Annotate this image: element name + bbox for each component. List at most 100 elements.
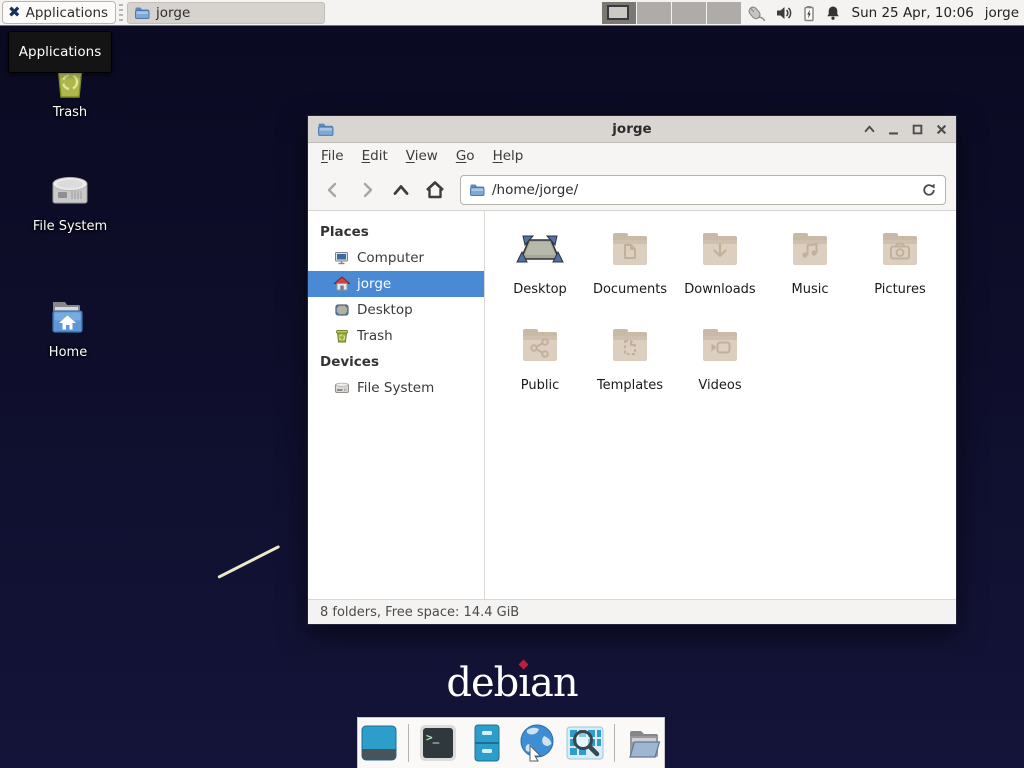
up-button[interactable] bbox=[386, 176, 416, 204]
file-item-label: Pictures bbox=[874, 282, 925, 297]
sidebar-item-label: Desktop bbox=[357, 302, 413, 318]
panel-clock[interactable]: Sun 25 Apr, 10:06 bbox=[852, 5, 974, 21]
sidebar-item-jorge[interactable]: jorge bbox=[308, 271, 484, 297]
desktop-icon-label: File System bbox=[22, 219, 118, 234]
statusbar: 8 folders, Free space: 14.4 GiB bbox=[308, 599, 956, 624]
maximize-button[interactable] bbox=[912, 124, 923, 135]
panel-handle[interactable] bbox=[118, 4, 124, 22]
menubar: File Edit View Go Help bbox=[308, 143, 956, 169]
home-button[interactable] bbox=[420, 176, 450, 204]
trash-small-icon bbox=[334, 328, 350, 344]
wallpaper-line bbox=[217, 545, 280, 579]
workspace-2[interactable] bbox=[637, 2, 671, 24]
mouse-icon[interactable] bbox=[745, 3, 767, 23]
top-panel: ✖ Applications jorge bbox=[0, 0, 1024, 26]
music-folder-icon bbox=[786, 225, 834, 277]
file-item-label: Documents bbox=[593, 282, 667, 297]
menu-view[interactable]: View bbox=[397, 145, 447, 167]
volume-icon[interactable] bbox=[775, 4, 793, 22]
taskbar-window-label: jorge bbox=[156, 5, 190, 21]
system-tray bbox=[745, 3, 841, 23]
file-item-downloads[interactable]: Downloads bbox=[675, 225, 765, 321]
applications-menu-label: Applications bbox=[26, 5, 108, 21]
workspace-switcher[interactable] bbox=[602, 2, 741, 24]
window-title: jorge bbox=[308, 121, 956, 137]
menu-help[interactable]: Help bbox=[484, 145, 533, 167]
minimize-button[interactable] bbox=[888, 124, 899, 135]
file-cabinet-icon[interactable] bbox=[467, 723, 507, 763]
sidebar-item-label: Trash bbox=[357, 328, 393, 344]
forward-button[interactable] bbox=[352, 176, 382, 204]
path-text[interactable]: /home/jorge/ bbox=[492, 182, 914, 198]
back-button[interactable] bbox=[318, 176, 348, 204]
dock-panel: >_ bbox=[357, 717, 665, 768]
file-item-label: Public bbox=[521, 378, 559, 393]
dock-separator bbox=[408, 724, 409, 762]
workspace-3[interactable] bbox=[672, 2, 706, 24]
file-grid: Desktop Documents bbox=[485, 211, 956, 599]
videos-folder-icon bbox=[696, 321, 744, 373]
workspace-4[interactable] bbox=[707, 2, 741, 24]
workspace-window-thumb bbox=[607, 5, 629, 20]
location-bar[interactable]: /home/jorge/ bbox=[460, 175, 946, 205]
gray-folder-icon[interactable] bbox=[624, 723, 664, 763]
svg-text:>_: >_ bbox=[426, 731, 440, 744]
home-folder-icon bbox=[20, 292, 116, 340]
desktop-icon-filesystem[interactable]: File System bbox=[22, 166, 118, 234]
toolbar: /home/jorge/ bbox=[308, 169, 956, 211]
file-item-label: Music bbox=[792, 282, 829, 297]
public-folder-icon bbox=[516, 321, 564, 373]
sidebar-item-filesystem[interactable]: File System bbox=[308, 375, 484, 401]
sidebar-item-trash[interactable]: Trash bbox=[308, 323, 484, 349]
statusbar-text: 8 folders, Free space: 14.4 GiB bbox=[320, 605, 519, 620]
file-item-pictures[interactable]: Pictures bbox=[855, 225, 945, 321]
desktop-icon-label: Trash bbox=[22, 105, 118, 120]
pictures-folder-icon bbox=[876, 225, 924, 277]
window-titlebar[interactable]: jorge bbox=[308, 116, 956, 143]
web-browser-icon[interactable] bbox=[516, 723, 556, 763]
file-item-public[interactable]: Public bbox=[495, 321, 585, 417]
applications-tooltip-text: Applications bbox=[19, 44, 101, 60]
menu-edit[interactable]: Edit bbox=[353, 145, 397, 167]
file-item-label: Desktop bbox=[513, 282, 567, 297]
show-desktop-icon[interactable] bbox=[359, 723, 399, 763]
computer-icon bbox=[334, 250, 350, 266]
file-item-label: Templates bbox=[597, 378, 663, 393]
file-item-templates[interactable]: Templates bbox=[585, 321, 675, 417]
sidebar-header-devices: Devices bbox=[308, 349, 484, 375]
sidebar-header-places: Places bbox=[308, 219, 484, 245]
file-item-videos[interactable]: Videos bbox=[675, 321, 765, 417]
reload-icon[interactable] bbox=[921, 182, 937, 198]
window-folder-icon bbox=[317, 121, 334, 138]
desktop-icon-home[interactable]: Home bbox=[20, 292, 116, 360]
panel-username[interactable]: jorge bbox=[985, 5, 1019, 21]
taskbar-window-button[interactable]: jorge bbox=[127, 2, 325, 24]
desktop-small-icon bbox=[334, 302, 350, 318]
sidebar-item-label: Computer bbox=[357, 250, 424, 266]
file-item-music[interactable]: Music bbox=[765, 225, 855, 321]
drive-small-icon bbox=[334, 380, 350, 396]
sidebar-item-label: File System bbox=[357, 380, 434, 396]
close-button[interactable] bbox=[936, 124, 947, 135]
file-item-label: Videos bbox=[698, 378, 741, 393]
applications-tooltip: Applications bbox=[8, 31, 112, 73]
file-item-desktop[interactable]: Desktop bbox=[495, 225, 585, 321]
file-item-documents[interactable]: Documents bbox=[585, 225, 675, 321]
user-home-icon bbox=[334, 276, 350, 292]
dock-separator bbox=[614, 724, 615, 762]
app-finder-icon[interactable] bbox=[565, 723, 605, 763]
harddrive-icon bbox=[22, 166, 118, 214]
sidebar-item-desktop[interactable]: Desktop bbox=[308, 297, 484, 323]
workspace-1[interactable] bbox=[602, 2, 636, 24]
templates-folder-icon bbox=[606, 321, 654, 373]
notification-bell-icon[interactable] bbox=[825, 5, 841, 21]
terminal-icon[interactable]: >_ bbox=[418, 723, 458, 763]
menu-go[interactable]: Go bbox=[447, 145, 484, 167]
shade-button[interactable] bbox=[864, 124, 875, 135]
sidebar-item-computer[interactable]: Computer bbox=[308, 245, 484, 271]
battery-charging-icon[interactable] bbox=[801, 5, 817, 22]
applications-menu-button[interactable]: ✖ Applications bbox=[2, 1, 116, 24]
sidebar-item-label: jorge bbox=[357, 276, 391, 292]
menu-file[interactable]: File bbox=[312, 145, 353, 167]
xfce-applications-icon: ✖ bbox=[8, 5, 21, 20]
